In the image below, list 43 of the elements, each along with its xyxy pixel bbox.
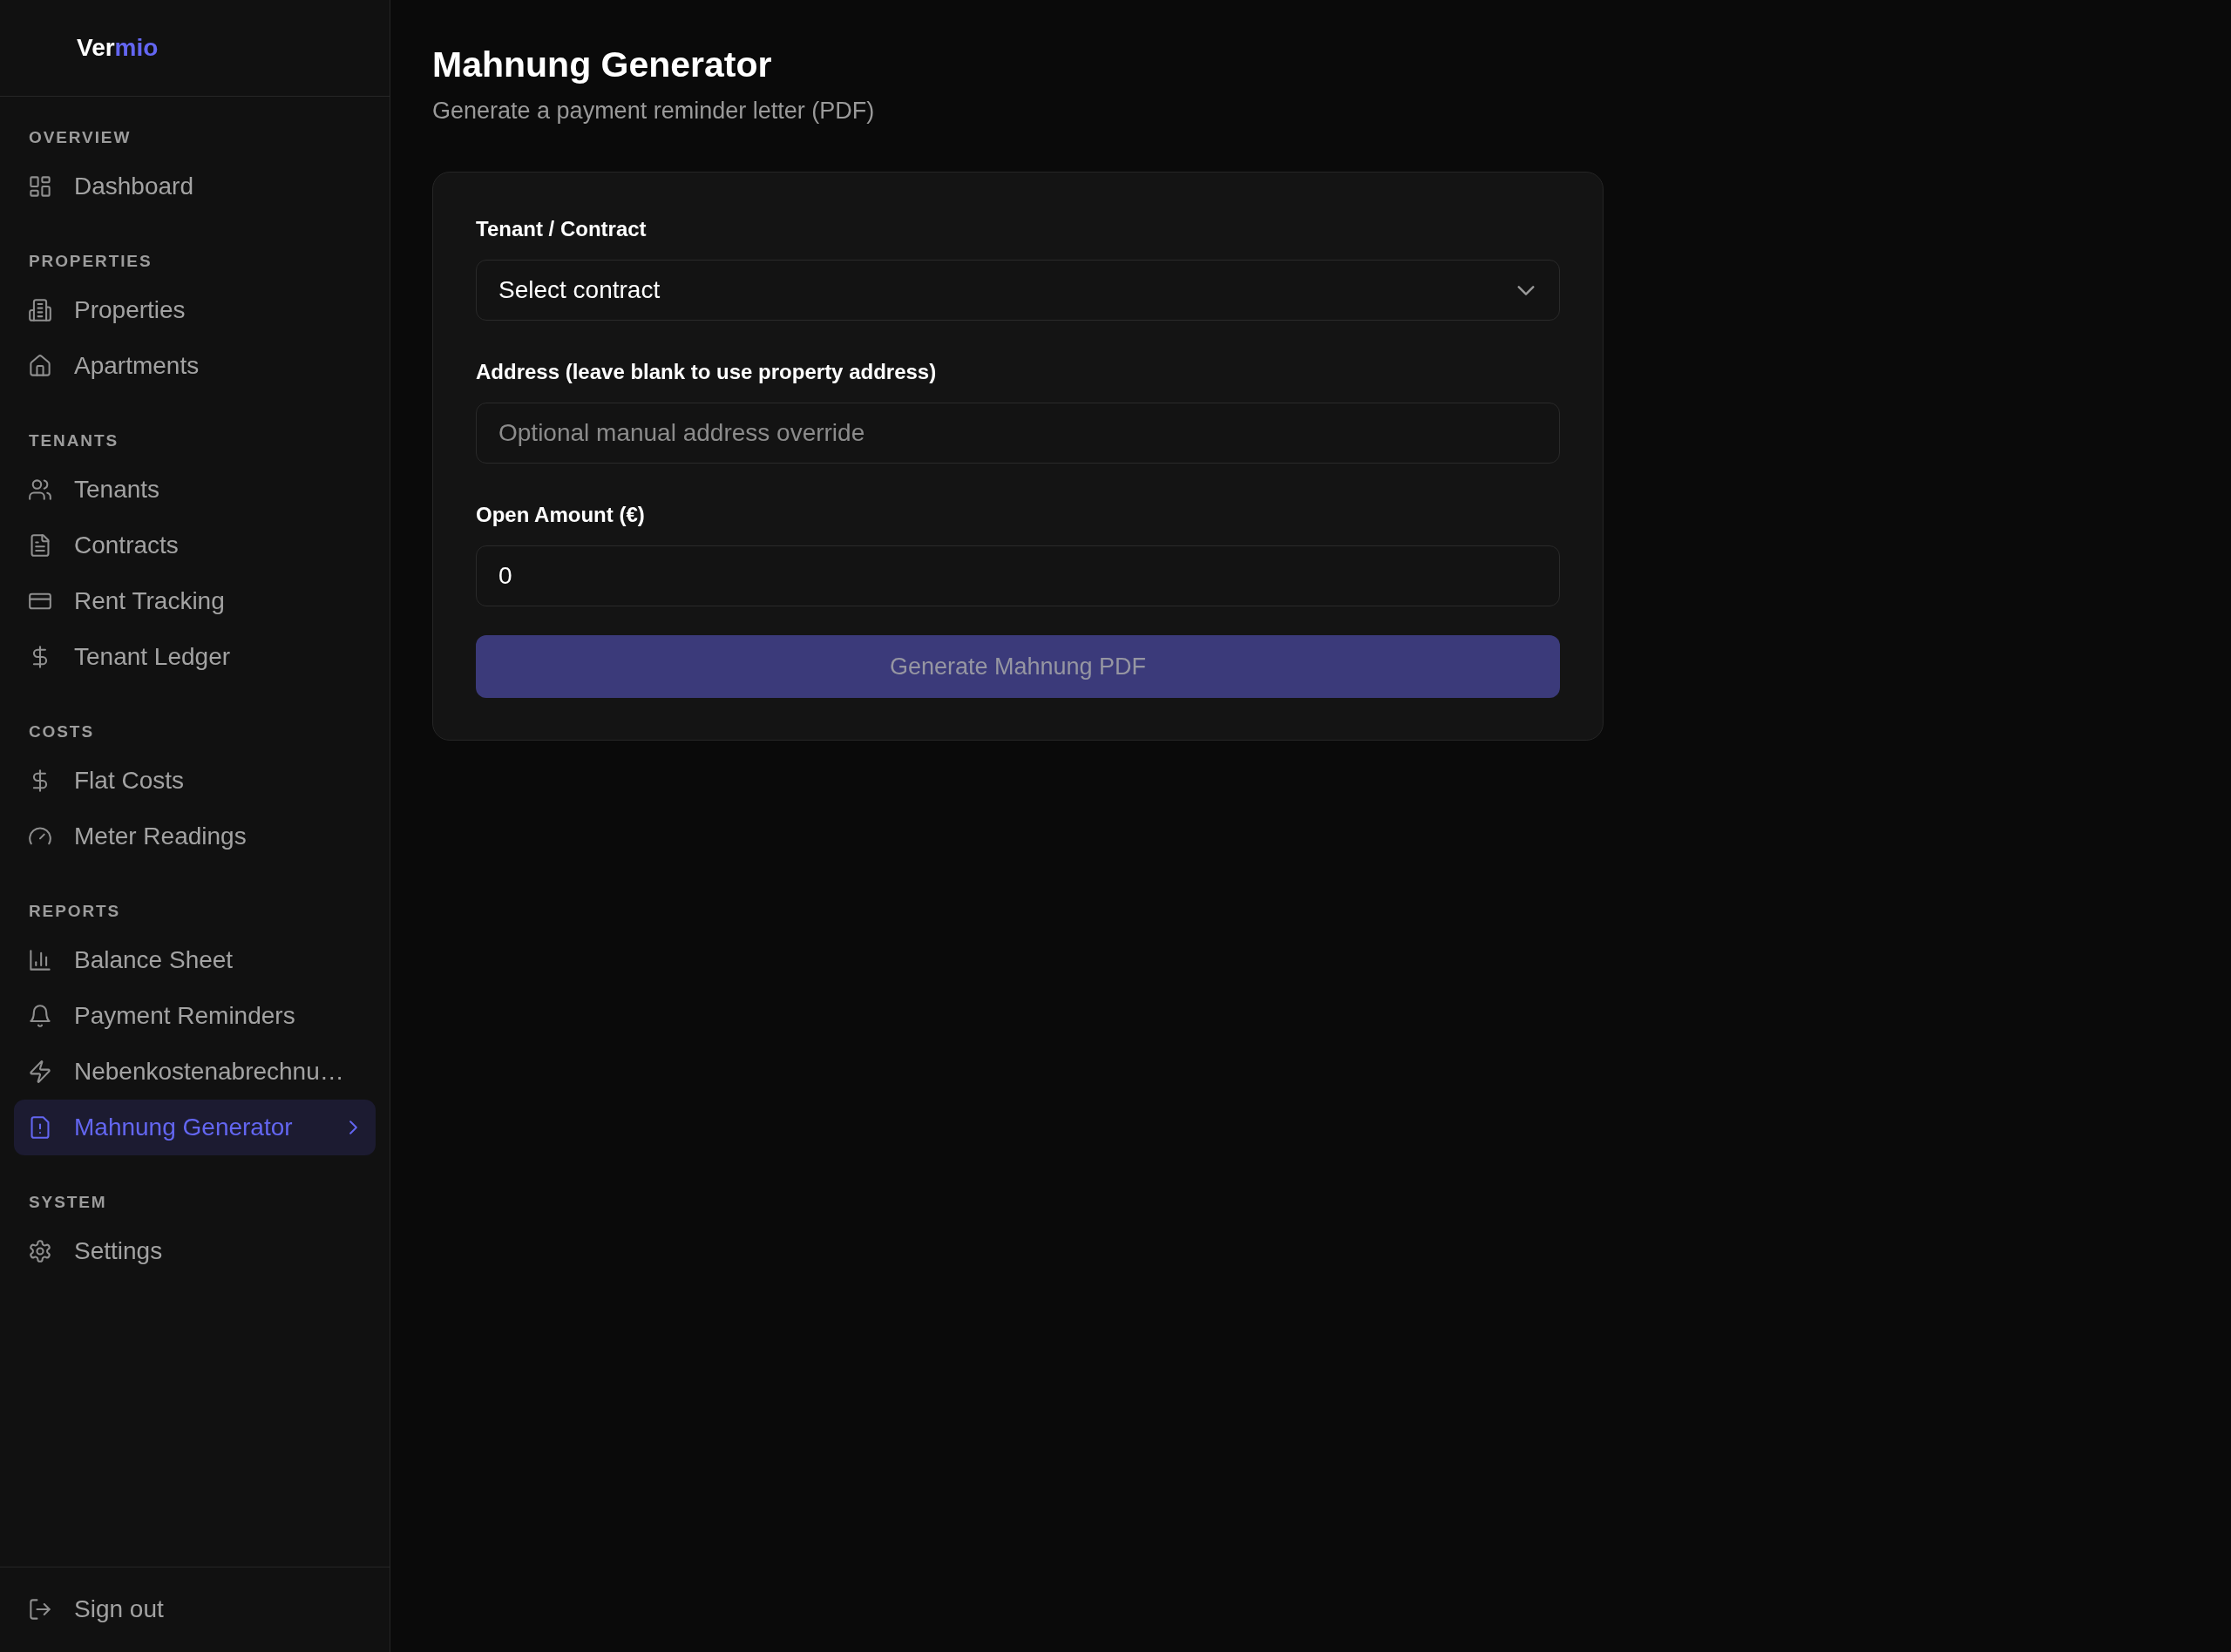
people-icon — [29, 478, 51, 501]
nav-item[interactable]: Payment Reminders — [14, 988, 376, 1044]
nav-item[interactable]: Meter Readings — [14, 809, 376, 864]
nav-item[interactable]: Flat Costs — [14, 753, 376, 809]
nav-item[interactable]: Balance Sheet — [14, 932, 376, 988]
nav-item[interactable]: Contracts — [14, 518, 376, 573]
section-heading: REPORTS — [29, 901, 121, 922]
nav-item[interactable]: Nebenkostenabrechnu… — [14, 1044, 376, 1100]
page-title: Mahnung Generator — [432, 44, 772, 86]
building-icon — [29, 299, 51, 322]
section-heading: COSTS — [29, 721, 94, 742]
section-heading: OVERVIEW — [29, 127, 132, 148]
section-heading: SYSTEM — [29, 1192, 107, 1213]
chevron-down-icon — [1517, 285, 1535, 295]
nav-item[interactable]: Settings — [14, 1223, 376, 1279]
field-label: Tenant / Contract — [476, 216, 647, 242]
field-label: Open Amount (€) — [476, 502, 645, 528]
contract-select[interactable]: Select contract — [476, 260, 1560, 321]
input-field[interactable]: Optional manual address override — [476, 403, 1560, 464]
logout-icon — [29, 1598, 51, 1621]
bell-icon — [29, 1005, 51, 1027]
nav-item[interactable]: Rent Tracking — [14, 573, 376, 629]
document-icon — [29, 534, 51, 557]
nav-item[interactable]: Apartments — [14, 338, 376, 394]
house-icon — [29, 355, 51, 377]
nav-item[interactable]: Properties — [14, 282, 376, 338]
chevron-right-icon — [349, 1121, 357, 1134]
logo-text: Vermio — [77, 33, 159, 63]
section-heading: PROPERTIES — [29, 251, 153, 272]
document-alert-icon — [29, 1116, 51, 1139]
grid-icon — [29, 175, 51, 198]
field-label: Address (leave blank to use property address) — [476, 359, 937, 385]
nav-item[interactable]: Tenant Ledger — [14, 629, 376, 685]
bar-chart-icon — [29, 949, 51, 972]
nav-item[interactable]: Dashboard — [14, 159, 376, 214]
page-subtitle: Generate a payment reminder letter (PDF) — [432, 97, 875, 125]
sign-out-link[interactable]: Sign out — [14, 1581, 376, 1637]
lightning-icon — [29, 1060, 51, 1083]
section-heading: TENANTS — [29, 430, 119, 451]
settings-icon — [29, 1240, 51, 1263]
nav-item[interactable]: Tenants — [14, 462, 376, 518]
nav-item[interactable]: Mahnung Generator — [14, 1100, 376, 1155]
input-field[interactable]: 0 — [476, 545, 1560, 606]
